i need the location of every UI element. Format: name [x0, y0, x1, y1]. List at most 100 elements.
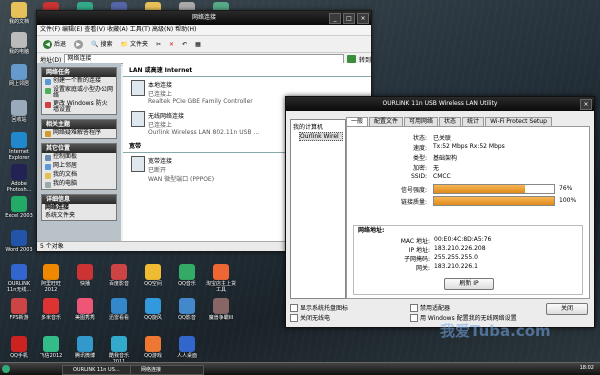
tab-3[interactable]: 状态: [439, 117, 462, 126]
desktop-icon[interactable]: QQ手机: [4, 336, 34, 359]
task-link[interactable]: 网上邻居: [42, 162, 116, 171]
folders-button[interactable]: 📁 文件夹: [119, 39, 151, 50]
app-icon: [11, 164, 27, 180]
task-link[interactable]: 控制面板: [42, 153, 116, 162]
taskbar-item-network[interactable]: 网络连接: [130, 365, 204, 375]
desktop-icon[interactable]: QQ旋风: [138, 298, 168, 321]
go-icon[interactable]: [346, 55, 356, 63]
task-link[interactable]: 更改 Windows 防火墙设置: [42, 100, 116, 114]
desktop-icon[interactable]: 快播: [70, 264, 100, 287]
explorer-titlebar[interactable]: 网络连接 _ □ ×: [37, 11, 371, 25]
desktop-icon[interactable]: Adobe Photosh...: [4, 164, 34, 193]
views-button[interactable]: ▦: [193, 39, 203, 50]
tab-5[interactable]: Wi-Fi Protect Setup: [485, 117, 552, 126]
app-icon: [179, 336, 195, 352]
task-link[interactable]: 我的电脑: [42, 180, 116, 189]
app-icon: [77, 336, 93, 352]
network-tasks-title[interactable]: 网络任务: [42, 68, 116, 77]
checkbox-box: [410, 303, 418, 312]
wireless-utility-dialog[interactable]: OURLINK 11n USB Wireless LAN Utility × 我…: [285, 96, 595, 328]
app-icon: [11, 2, 27, 18]
desktop-icon[interactable]: 酷我音乐2011: [104, 336, 134, 365]
tab-strip: 一般 配置文件 可用网络 状态 统计 Wi-Fi Protect Setup: [346, 117, 590, 127]
address-label: MAC 地址:: [400, 238, 430, 245]
desktop-icon-label: Excel 2003: [5, 213, 33, 219]
delete-button[interactable]: ✕: [167, 39, 176, 50]
desktop-icon[interactable]: OURLINK 11n无线...: [4, 264, 34, 293]
maximize-button[interactable]: □: [343, 13, 355, 24]
tab-1[interactable]: 配置文件: [369, 117, 404, 126]
cut-button[interactable]: ✂: [154, 39, 163, 50]
back-button[interactable]: ◀ 后退: [41, 39, 68, 50]
desktop-icon[interactable]: 人人桌面: [172, 336, 202, 359]
desktop-icon-label: QQ音乐: [178, 281, 196, 287]
see-also-title[interactable]: 相关主题: [42, 120, 116, 129]
connection-status: 已连接上: [148, 122, 173, 129]
address-value: 00:E0:4C:8D:A5:76: [434, 236, 492, 243]
menu-bar[interactable]: 文件(F) 编辑(E) 查看(V) 收藏(A) 工具(T) 高级(N) 帮助(H…: [37, 25, 371, 36]
task-link[interactable]: 我的文档: [42, 171, 116, 180]
details-title[interactable]: 详细信息: [42, 195, 116, 204]
dialog-titlebar[interactable]: OURLINK 11n USB Wireless LAN Utility ×: [286, 97, 594, 111]
desktop-icon[interactable]: Internet Explorer: [4, 132, 34, 161]
desktop-icon[interactable]: 迅雷看看: [104, 298, 134, 321]
desktop-icon[interactable]: 阿里旺旺2012: [36, 264, 66, 293]
link-quality-bar: [433, 196, 555, 206]
forward-button[interactable]: ▶: [72, 39, 85, 50]
address-label: 子网掩码:: [403, 256, 430, 263]
field-value: Tx:52 Mbps Rx:52 Mbps: [433, 143, 505, 150]
desktop-icon[interactable]: 网上邻居: [4, 64, 34, 87]
tree-item-adapter[interactable]: Ourlink Wirel: [299, 132, 343, 141]
desktop-icon[interactable]: QQ音乐: [172, 264, 202, 287]
desktop-icon[interactable]: 淘宝店主上货工具: [206, 264, 236, 293]
minimize-button[interactable]: _: [329, 13, 341, 24]
other-places-title[interactable]: 其它位置: [42, 144, 116, 153]
checkbox-box: [290, 313, 298, 322]
desktop-icon-label: 美图秀秀: [74, 315, 95, 321]
desktop-icon-label: QQ旋风: [144, 315, 162, 321]
renew-ip-button[interactable]: 刷新 IP: [444, 278, 494, 290]
task-link[interactable]: 网络疑难解答程序: [42, 129, 116, 138]
tree-item-computer[interactable]: 我的计算机: [291, 120, 345, 131]
close-dialog-button[interactable]: 关闭: [546, 303, 588, 315]
desktop-icon[interactable]: QQ影音: [172, 298, 202, 321]
desktop-icon[interactable]: FPS新游: [4, 298, 34, 321]
task-link[interactable]: 创建一个新的连接: [42, 77, 116, 86]
app-icon: [43, 336, 59, 352]
field-label: SSID:: [410, 173, 427, 180]
desktop-icon[interactable]: 飞信2012: [36, 336, 66, 359]
desktop-icon-label: QQ手机: [10, 353, 28, 359]
desktop-icon[interactable]: 腾讯微博: [70, 336, 100, 359]
desktop-icon[interactable]: 回收站: [4, 100, 34, 123]
task-pane: 网络任务 创建一个新的连接 设置家庭或小型办公网络 更改 Windows 防火墙设置…: [37, 63, 121, 241]
undo-button[interactable]: ↶: [180, 39, 189, 50]
desktop-icon[interactable]: 我的文档: [4, 2, 34, 25]
desktop-icon-label: Internet Explorer: [8, 149, 30, 161]
desktop-icon[interactable]: QQ游戏: [138, 336, 168, 359]
radio-off-checkbox[interactable]: 关闭无线电: [290, 313, 330, 322]
desktop-icon-label: Word 2003: [5, 247, 33, 253]
checkbox-label: 关闭无线电: [300, 315, 331, 322]
desktop-icon[interactable]: 百度影音: [104, 264, 134, 287]
desktop-icon[interactable]: QQ空间: [138, 264, 168, 287]
close-button[interactable]: ×: [357, 13, 369, 24]
disable-adapter-checkbox[interactable]: 禁用适配器: [410, 303, 450, 312]
desktop-icon[interactable]: Word 2003: [4, 230, 34, 253]
field-label: 速度:: [412, 145, 427, 152]
desktop-icon[interactable]: 美图秀秀: [70, 298, 100, 321]
desktop-icon[interactable]: 多米音乐: [36, 298, 66, 321]
desktop-icon[interactable]: 我的电脑: [4, 32, 34, 55]
show-tray-icon-checkbox[interactable]: 显示系统托盘图标: [290, 303, 348, 312]
taskbar-item-utility[interactable]: OURLINK 11n US...: [62, 365, 136, 375]
tab-2[interactable]: 可用网络: [404, 117, 439, 126]
dialog-close-button[interactable]: ×: [580, 99, 592, 110]
search-button[interactable]: 🔍 搜索: [89, 39, 115, 50]
delete-icon: ✕: [169, 40, 175, 48]
desktop-icon[interactable]: 魔兽争霸III: [206, 298, 236, 321]
checkbox-box: [410, 313, 418, 322]
task-link[interactable]: 设置家庭或小型办公网络: [42, 86, 116, 100]
start-button[interactable]: [2, 365, 10, 373]
tab-4[interactable]: 统计: [462, 117, 485, 126]
views-icon: ▦: [195, 40, 201, 48]
desktop-icon[interactable]: Excel 2003: [4, 196, 34, 219]
